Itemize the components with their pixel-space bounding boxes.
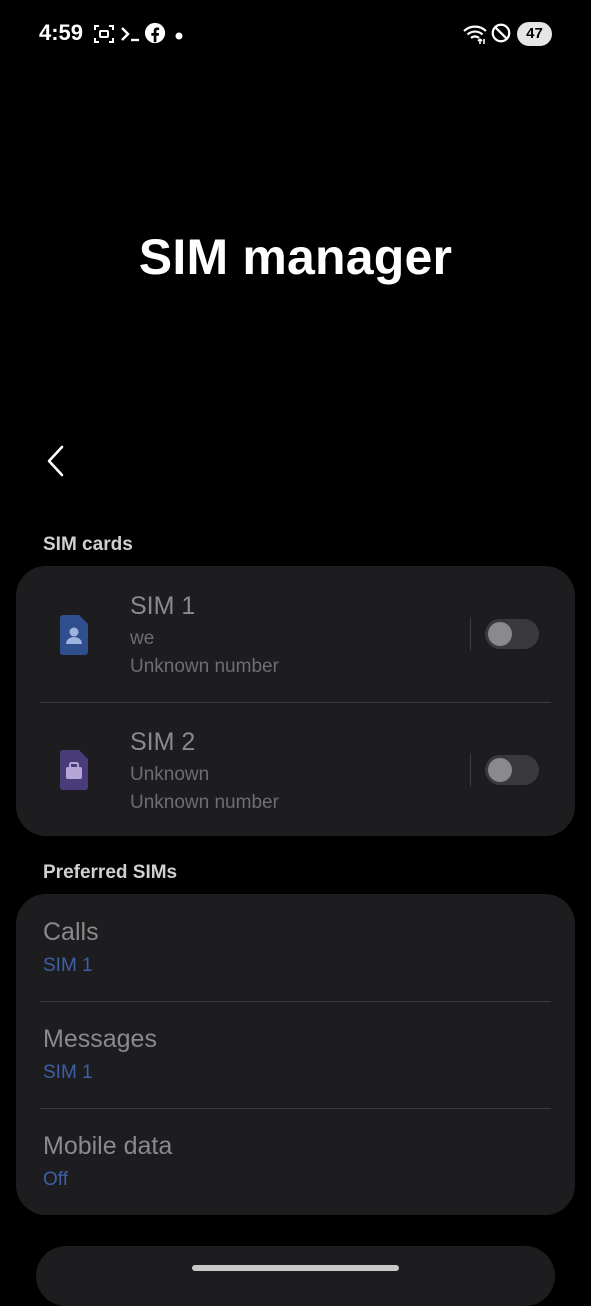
- mobile-data-title: Mobile data: [43, 1132, 173, 1160]
- briefcase-sim-icon: [56, 750, 92, 790]
- terminal-icon: [119, 22, 143, 46]
- next-card-peek: [36, 1246, 555, 1306]
- sim-2-toggle[interactable]: [485, 755, 539, 785]
- status-time: 4:59: [39, 20, 84, 45]
- section-header-sim-cards: SIM cards: [43, 534, 133, 555]
- preferred-mobile-data-row[interactable]: Mobile data Off: [16, 1109, 575, 1215]
- preferred-sims-card: Calls SIM 1 Messages SIM 1 Mobile data O…: [16, 894, 575, 1215]
- sim-cards-card: SIM 1 we Unknown number SIM 2 Unknown Un…: [16, 566, 575, 836]
- preferred-calls-row[interactable]: Calls SIM 1: [16, 894, 575, 1001]
- dot-icon: [175, 29, 185, 40]
- sim-1-title: SIM 1: [130, 592, 196, 620]
- sim-2-name: Unknown: [130, 764, 210, 785]
- toggle-knob: [488, 758, 512, 782]
- sim-1-number: Unknown number: [130, 656, 279, 677]
- status-bar: 4:59 47: [0, 0, 591, 70]
- calls-value: SIM 1: [43, 955, 93, 976]
- do-not-disturb-icon: [490, 22, 514, 46]
- chevron-left-icon: [47, 445, 64, 477]
- section-header-preferred-sims: Preferred SIMs: [43, 862, 178, 883]
- home-indicator[interactable]: [192, 1265, 399, 1271]
- sim-row-2[interactable]: SIM 2 Unknown Unknown number: [16, 703, 575, 836]
- battery-indicator: 47: [517, 22, 552, 46]
- toggle-knob: [488, 622, 512, 646]
- sim-2-title: SIM 2: [130, 728, 196, 756]
- messages-value: SIM 1: [43, 1062, 93, 1083]
- person-sim-icon: [56, 615, 92, 655]
- calls-title: Calls: [43, 918, 99, 946]
- page-title: SIM manager: [138, 229, 453, 285]
- sim-1-name: we: [130, 628, 155, 649]
- sim-row-1[interactable]: SIM 1 we Unknown number: [16, 566, 575, 702]
- preferred-messages-row[interactable]: Messages SIM 1: [16, 1002, 575, 1109]
- messages-title: Messages: [43, 1025, 157, 1053]
- divider-vertical: [470, 617, 471, 651]
- sim-2-number: Unknown number: [130, 792, 279, 813]
- mobile-data-value: Off: [43, 1169, 68, 1190]
- wifi-icon: [462, 22, 487, 46]
- sim-1-toggle[interactable]: [485, 619, 539, 649]
- back-button[interactable]: [40, 440, 76, 482]
- screenshot-icon: [92, 22, 116, 46]
- divider-vertical: [470, 753, 471, 787]
- facebook-icon: [144, 22, 168, 46]
